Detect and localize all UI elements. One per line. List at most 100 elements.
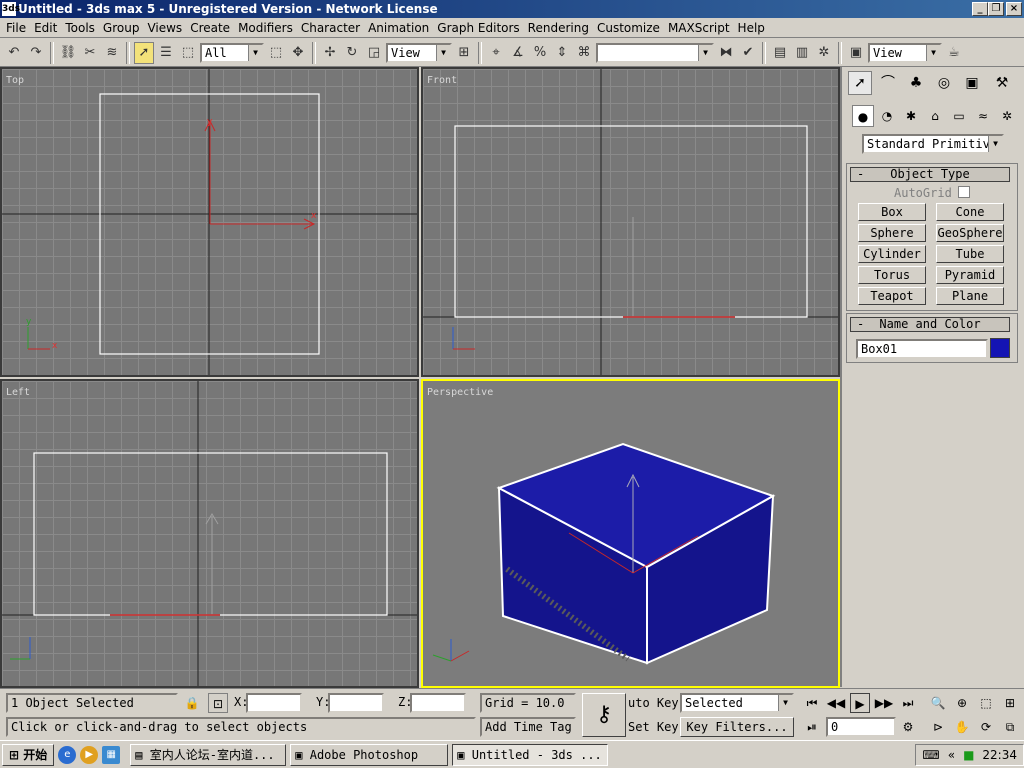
x-coord-field[interactable] xyxy=(246,693,302,713)
torus-button[interactable]: Torus xyxy=(858,266,926,284)
material-editor-icon[interactable]: ✲ xyxy=(814,42,834,64)
taskbar-item-forum[interactable]: ▤ 室内人论坛-室内道... xyxy=(130,743,287,766)
viewport-left[interactable]: Left xyxy=(0,379,419,688)
menu-help[interactable]: Help xyxy=(738,21,765,35)
menu-customize[interactable]: Customize xyxy=(597,21,660,35)
field-of-view-icon[interactable]: ⊳ xyxy=(928,717,948,737)
play-icon[interactable]: ▶ xyxy=(850,693,870,713)
create-tab-icon[interactable]: ➚ xyxy=(848,71,872,95)
menu-rendering[interactable]: Rendering xyxy=(528,21,589,35)
quick-render-icon[interactable]: ☕ xyxy=(944,42,964,64)
systems-icon[interactable]: ✲ xyxy=(996,105,1018,127)
modify-tab-icon[interactable]: ⌒ xyxy=(876,71,900,95)
time-config-icon[interactable]: ⚙ xyxy=(898,717,918,737)
minimize-button[interactable]: _ xyxy=(972,2,988,16)
viewport-front[interactable]: Front xyxy=(421,67,840,377)
named-selection-dropdown[interactable]: ▼ xyxy=(596,42,714,63)
window-crossing-icon[interactable]: ⬚ xyxy=(266,42,286,64)
arc-rotate-icon[interactable]: ⟳ xyxy=(976,717,996,737)
current-frame-field[interactable]: 0 xyxy=(826,717,896,737)
render-scene-icon[interactable]: ▣ xyxy=(846,42,866,64)
start-button[interactable]: ⊞ 开始 xyxy=(2,743,55,766)
y-coord-field[interactable] xyxy=(328,693,384,713)
snap-toggle-icon[interactable]: ⌖ xyxy=(486,42,506,64)
rotate-icon[interactable]: ↻ xyxy=(342,42,362,64)
pan-icon[interactable]: ✋ xyxy=(952,717,972,737)
category-dropdown[interactable]: Standard Primitiv ▼ xyxy=(862,134,1004,154)
zoom-icon[interactable]: 🔍 xyxy=(928,693,948,713)
utilities-tab-icon[interactable]: ⚒ xyxy=(990,71,1014,95)
menu-views[interactable]: Views xyxy=(147,21,182,35)
teapot-button[interactable]: Teapot xyxy=(858,287,926,305)
reference-coord-dropdown[interactable]: View ▼ xyxy=(386,42,452,63)
next-frame-icon[interactable]: ▶▶ xyxy=(874,693,894,713)
lights-icon[interactable]: ✱ xyxy=(900,105,922,127)
key-mode-dropdown[interactable]: Selected ▼ xyxy=(680,693,794,713)
absolute-mode-icon[interactable]: ⊡ xyxy=(208,693,228,713)
menu-graph-editors[interactable]: Graph Editors xyxy=(437,21,519,35)
autogrid-checkbox[interactable] xyxy=(958,186,970,198)
menu-modifiers[interactable]: Modifiers xyxy=(238,21,293,35)
viewport-top[interactable]: Top y x y x xyxy=(0,67,419,377)
geometry-icon[interactable]: ● xyxy=(852,105,874,127)
key-filters-button[interactable]: Key Filters... xyxy=(680,717,794,737)
zoom-extents-all-icon[interactable]: ⊞ xyxy=(1000,693,1020,713)
undo-icon[interactable]: ↶ xyxy=(4,42,24,64)
selection-filter-dropdown[interactable]: All ▼ xyxy=(200,42,264,63)
cone-button[interactable]: Cone xyxy=(936,203,1004,221)
object-type-header[interactable]: - Object Type xyxy=(850,167,1010,182)
media-player-icon[interactable]: ▶ xyxy=(80,745,99,764)
schematic-view-icon[interactable]: ▥ xyxy=(792,42,812,64)
taskbar-item-3dsmax[interactable]: ▣ Untitled - 3ds ... xyxy=(452,743,609,766)
cameras-icon[interactable]: ⌂ xyxy=(924,105,946,127)
move-icon[interactable]: ✢ xyxy=(320,42,340,64)
geosphere-button[interactable]: GeoSphere xyxy=(936,224,1004,242)
object-color-swatch[interactable] xyxy=(990,338,1010,358)
internet-explorer-icon[interactable]: e xyxy=(58,745,77,764)
previous-frame-icon[interactable]: ◀◀ xyxy=(826,693,846,713)
maximize-viewport-icon[interactable]: ⧉ xyxy=(1000,717,1020,737)
select-and-move-icon[interactable]: ✥ xyxy=(288,42,308,64)
align-icon[interactable]: ✔ xyxy=(738,42,758,64)
add-time-tag-button[interactable]: Add Time Tag xyxy=(480,717,576,737)
auto-key-button[interactable]: uto Key xyxy=(628,693,678,713)
zoom-extents-icon[interactable]: ⬚ xyxy=(976,693,996,713)
bind-space-warp-icon[interactable]: ≋ xyxy=(102,42,122,64)
shapes-icon[interactable]: ◔ xyxy=(876,105,898,127)
space-warps-icon[interactable]: ≈ xyxy=(972,105,994,127)
menu-file[interactable]: File xyxy=(6,21,26,35)
angle-snap-icon[interactable]: ∡ xyxy=(508,42,528,64)
sphere-button[interactable]: Sphere xyxy=(858,224,926,242)
go-to-end-icon[interactable]: ⏭ xyxy=(898,693,918,713)
spinner-snap-icon[interactable]: ⇕ xyxy=(552,42,572,64)
hierarchy-tab-icon[interactable]: ♣ xyxy=(904,71,928,95)
set-key-icon[interactable]: ⚷ xyxy=(582,693,626,737)
select-and-link-icon[interactable]: ⛓ xyxy=(58,42,78,64)
go-to-start-icon[interactable]: ⏮ xyxy=(802,693,822,713)
object-name-field[interactable]: Box01 xyxy=(856,339,988,359)
keyboard-icon[interactable]: ⌨ xyxy=(922,748,939,762)
render-view-dropdown[interactable]: View ▼ xyxy=(868,42,942,63)
zoom-all-icon[interactable]: ⊕ xyxy=(952,693,972,713)
menu-create[interactable]: Create xyxy=(190,21,230,35)
z-coord-field[interactable] xyxy=(410,693,466,713)
box-button[interactable]: Box xyxy=(858,203,926,221)
name-color-header[interactable]: - Name and Color xyxy=(850,317,1010,332)
viewport-perspective[interactable]: Perspective xyxy=(421,379,840,688)
track-view-icon[interactable]: ▤ xyxy=(770,42,790,64)
network-icon[interactable]: ■ xyxy=(963,748,974,762)
close-button[interactable]: × xyxy=(1006,2,1022,16)
redo-icon[interactable]: ↷ xyxy=(26,42,46,64)
named-selection-icon[interactable]: ⌘ xyxy=(574,42,594,64)
taskbar-item-photoshop[interactable]: ▣ Adobe Photoshop xyxy=(290,743,449,766)
mirror-icon[interactable]: ⧓ xyxy=(716,42,736,64)
helpers-icon[interactable]: ▭ xyxy=(948,105,970,127)
tube-button[interactable]: Tube xyxy=(936,245,1004,263)
plane-button[interactable]: Plane xyxy=(936,287,1004,305)
lock-icon[interactable]: 🔒 xyxy=(182,693,202,713)
percent-snap-icon[interactable]: % xyxy=(530,42,550,64)
menu-maxscript[interactable]: MAXScript xyxy=(668,21,730,35)
restore-button[interactable]: ❐ xyxy=(988,2,1004,16)
menu-tools[interactable]: Tools xyxy=(65,21,95,35)
pivot-center-icon[interactable]: ⊞ xyxy=(454,42,474,64)
